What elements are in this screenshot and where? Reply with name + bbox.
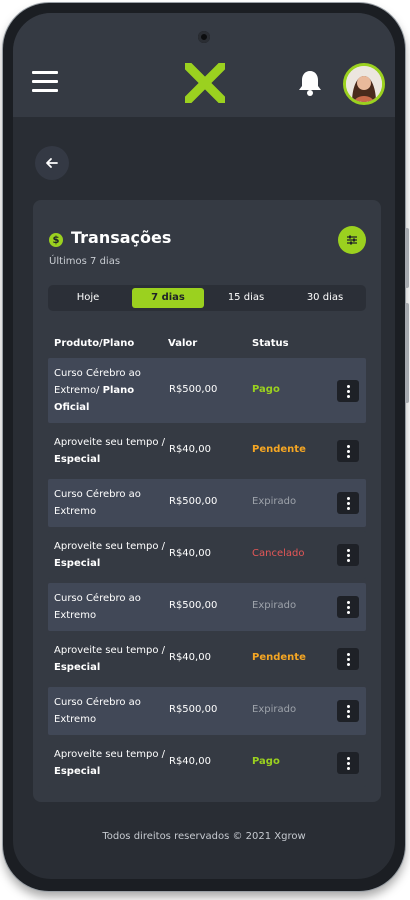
status-badge: Pago (252, 756, 280, 767)
product-cell: Aproveite seu tempo / Especial (54, 538, 166, 572)
power-button (405, 303, 409, 403)
table-row: Aproveite seu tempo / Especial R$40,00 Pen… (48, 427, 366, 475)
app-screen: $ Transações Últimos 7 dias Hoje 7 dias … (13, 13, 395, 879)
product-name: Aproveite seu tempo / (54, 541, 166, 552)
footer-copyright: Todos direitos reservados © 2021 Xgrow (102, 831, 306, 842)
dollar-coin-icon: $ (49, 233, 63, 247)
status-badge: Expirado (252, 600, 297, 611)
product-cell: Curso Cérebro ao Extremo (54, 694, 166, 728)
transactions-table: Curso Cérebro ao Extremo/ Plano Oficial R… (48, 358, 366, 791)
row-actions-button[interactable] (337, 544, 359, 566)
product-name: Aproveite seu tempo / (54, 437, 166, 448)
product-name: Curso Cérebro ao Extremo (54, 697, 141, 725)
phone-frame: $ Transações Últimos 7 dias Hoje 7 dias … (3, 3, 409, 891)
plan-name: Especial (54, 766, 101, 777)
status-badge: Pendente (252, 652, 306, 663)
value-cell: R$40,00 (169, 652, 211, 663)
user-avatar[interactable] (343, 63, 385, 105)
row-actions-button[interactable] (337, 648, 359, 670)
status-badge: Cancelado (252, 548, 305, 559)
product-cell: Aproveite seu tempo / Especial (54, 642, 166, 676)
table-row: Curso Cérebro ao Extremo R$500,00 Expirado (48, 687, 366, 735)
product-name: Aproveite seu tempo / (54, 645, 166, 656)
row-actions-button[interactable] (337, 492, 359, 514)
status-badge: Pendente (252, 444, 306, 455)
status-badge: Expirado (252, 704, 297, 715)
value-cell: R$500,00 (169, 384, 218, 395)
column-header-status: Status (252, 338, 289, 349)
row-actions-button[interactable] (337, 440, 359, 462)
tab-hoje[interactable]: Hoje (52, 288, 124, 308)
status-badge: Pago (252, 384, 280, 395)
bell-icon[interactable] (297, 69, 323, 97)
tab-15-dias[interactable]: 15 dias (210, 288, 282, 308)
tab-30-dias[interactable]: 30 dias (289, 288, 361, 308)
product-cell: Curso Cérebro ao Extremo (54, 590, 166, 624)
top-app-bar (13, 13, 395, 117)
product-cell: Curso Cérebro ao Extremo/ Plano Oficial (54, 365, 166, 416)
product-name: Curso Cérebro ao Extremo (54, 593, 141, 621)
column-header-product: Produto/Plano (54, 338, 135, 349)
card-title: Transações (71, 228, 172, 247)
product-name: Curso Cérebro ao Extremo (54, 489, 141, 517)
product-name: Aproveite seu tempo / (54, 749, 166, 760)
value-cell: R$40,00 (169, 444, 211, 455)
hamburger-menu-icon[interactable] (32, 71, 58, 93)
front-camera (198, 31, 210, 43)
back-button[interactable] (35, 146, 69, 180)
row-actions-button[interactable] (337, 752, 359, 774)
value-cell: R$500,00 (169, 600, 218, 611)
table-row: Curso Cérebro ao Extremo/ Plano Oficial R… (48, 358, 366, 423)
value-cell: R$500,00 (169, 496, 218, 507)
volume-button (405, 228, 409, 288)
product-cell: Aproveite seu tempo / Especial (54, 434, 166, 468)
table-row: Aproveite seu tempo / Especial R$40,00 Pen… (48, 635, 366, 683)
xgrow-logo-icon (181, 59, 229, 107)
coin-symbol: $ (52, 234, 60, 246)
plan-name: Especial (54, 454, 101, 465)
arrow-left-icon (46, 158, 58, 168)
row-actions-button[interactable] (337, 380, 359, 402)
status-badge: Expirado (252, 496, 297, 507)
period-tabs: Hoje 7 dias 15 dias 30 dias (48, 285, 366, 311)
table-row: Aproveite seu tempo / Especial R$40,00 Pag… (48, 739, 366, 787)
table-row: Curso Cérebro ao Extremo R$500,00 Expirado (48, 479, 366, 527)
product-cell: Curso Cérebro ao Extremo (54, 486, 166, 520)
plan-name: Especial (54, 662, 101, 673)
value-cell: R$500,00 (169, 704, 218, 715)
tab-7-dias[interactable]: 7 dias (132, 288, 204, 308)
plan-name: Especial (54, 558, 101, 569)
column-header-value: Valor (168, 338, 198, 349)
row-actions-button[interactable] (337, 596, 359, 618)
row-actions-button[interactable] (337, 700, 359, 722)
card-subtitle: Últimos 7 dias (49, 256, 121, 267)
table-row: Curso Cérebro ao Extremo R$500,00 Expirado (48, 583, 366, 631)
filter-sliders-icon (347, 235, 357, 245)
filter-button[interactable] (338, 226, 366, 254)
table-row: Aproveite seu tempo / Especial R$40,00 Can… (48, 531, 366, 579)
product-cell: Aproveite seu tempo / Especial (54, 746, 166, 780)
value-cell: R$40,00 (169, 756, 211, 767)
transactions-card: $ Transações Últimos 7 dias Hoje 7 dias … (33, 200, 381, 802)
value-cell: R$40,00 (169, 548, 211, 559)
